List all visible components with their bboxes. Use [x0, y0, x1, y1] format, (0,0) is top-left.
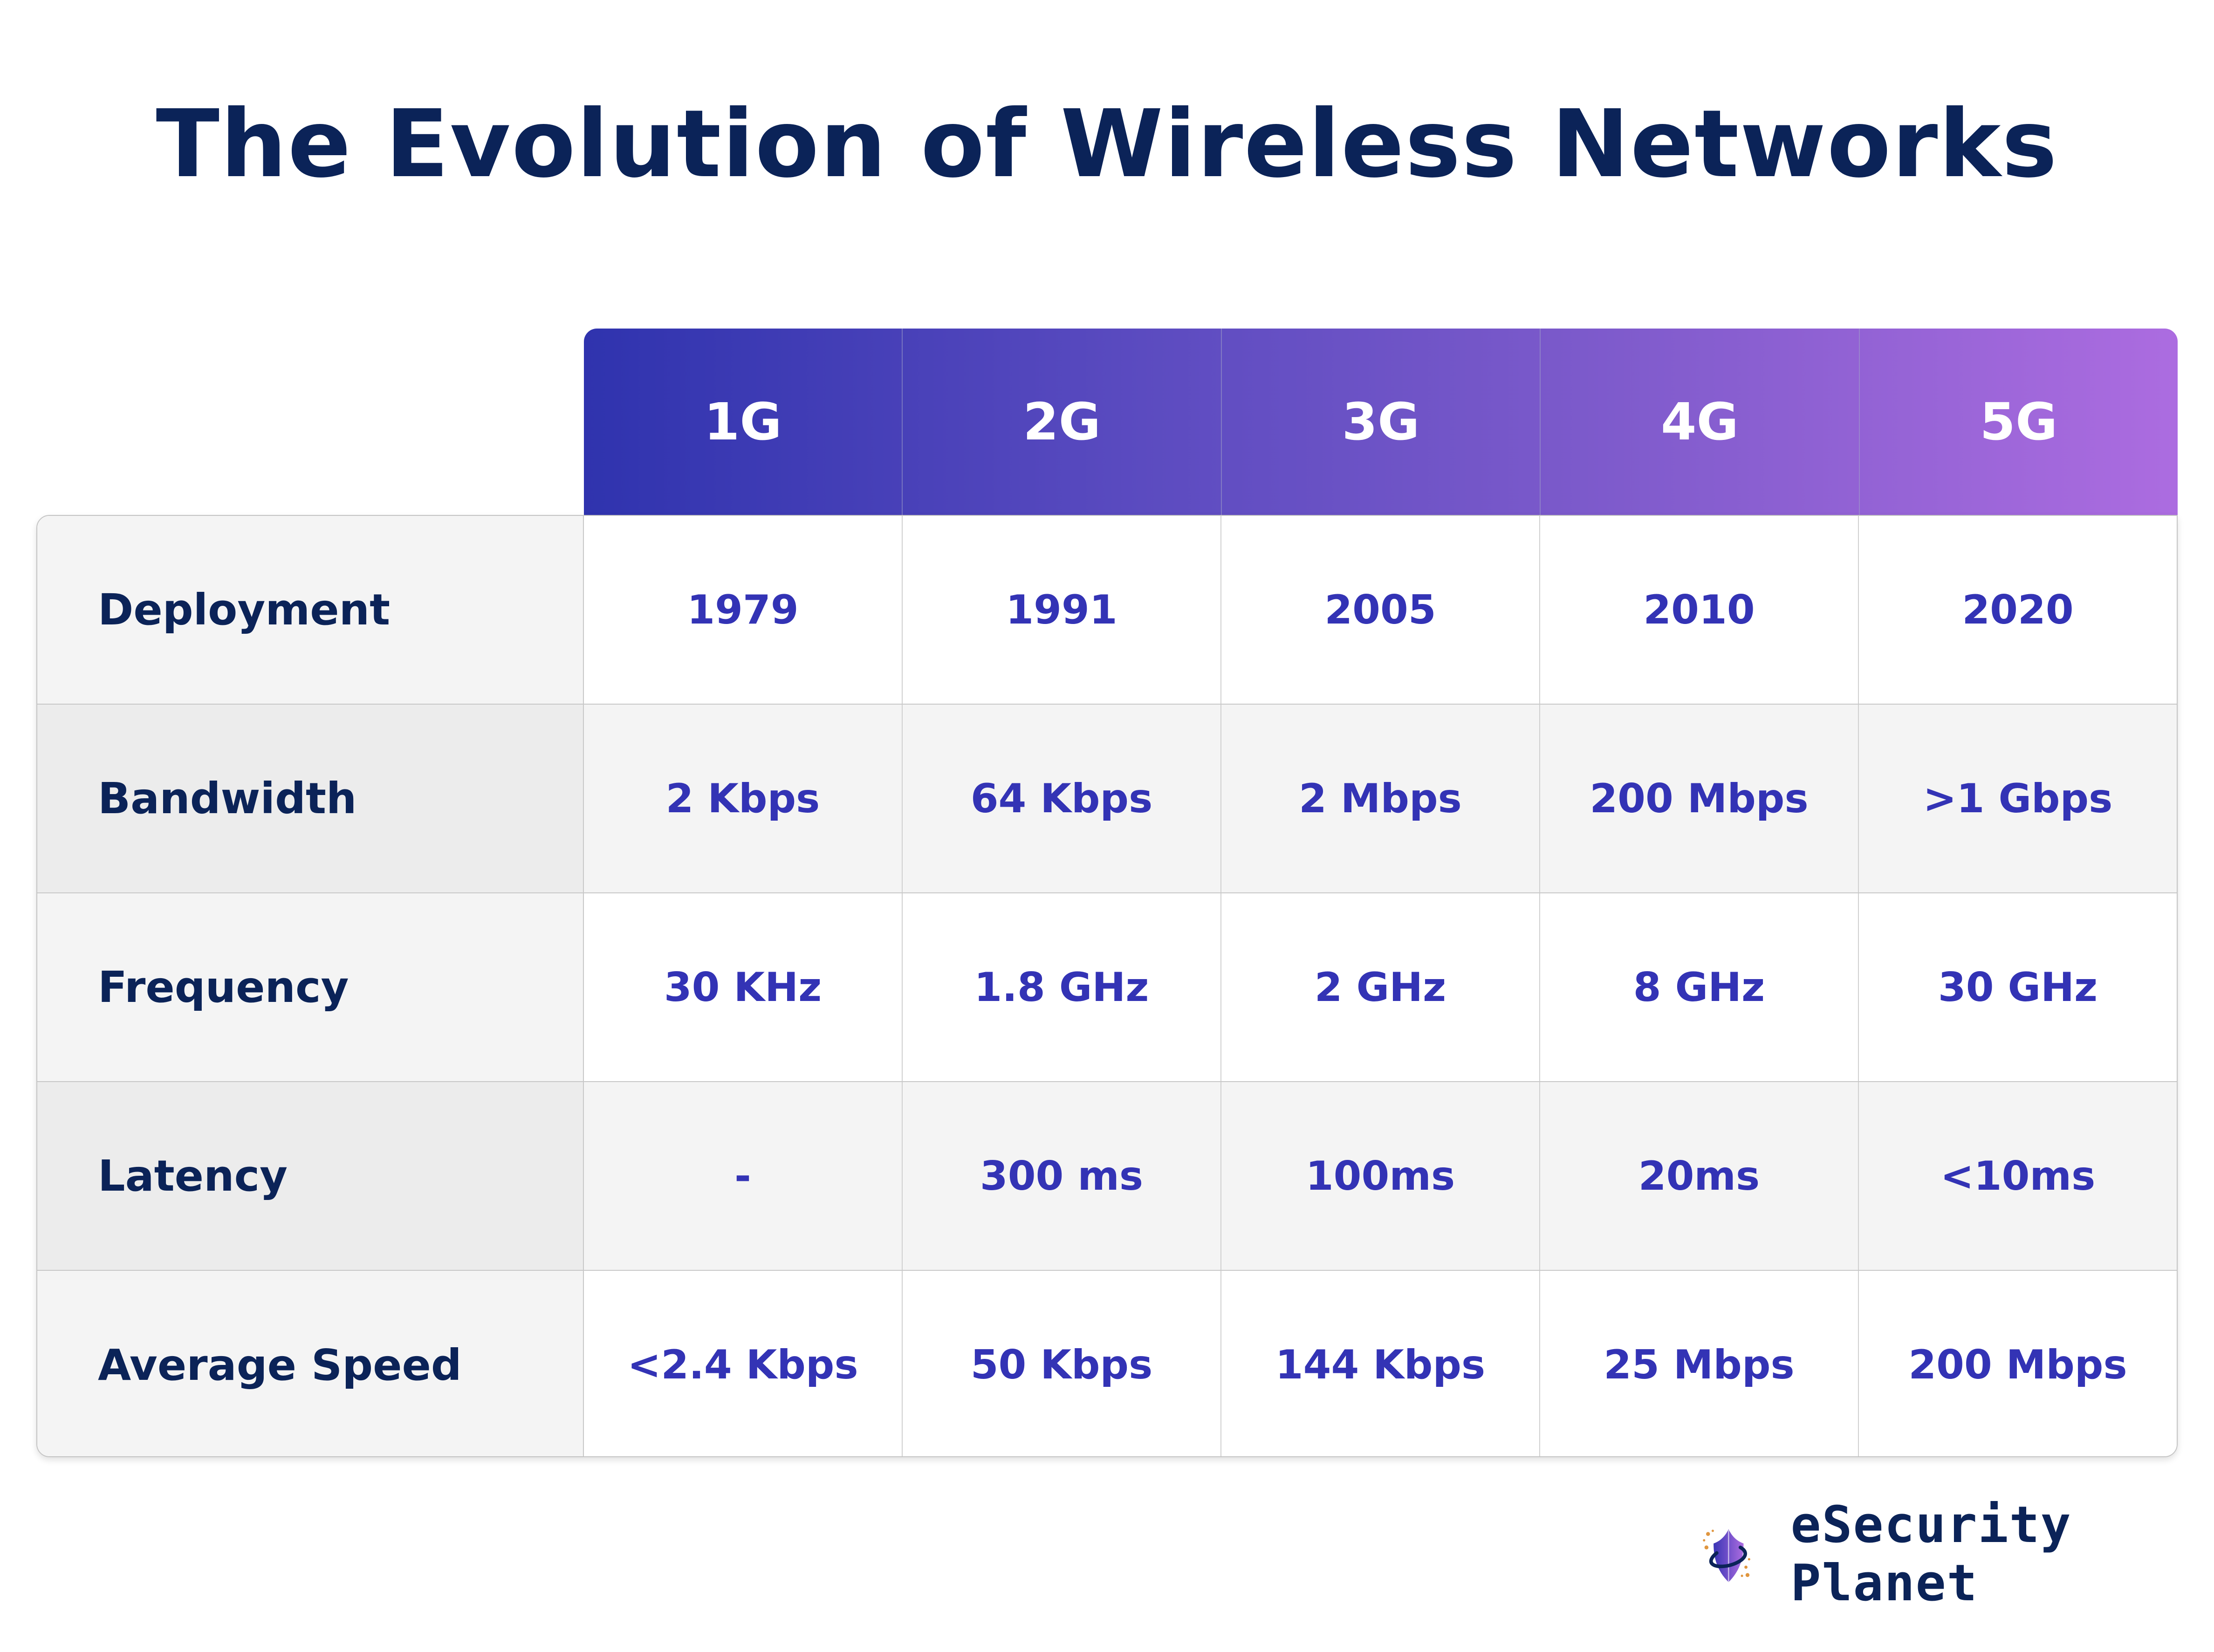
table-cell: 2005: [1221, 516, 1540, 704]
table-header-row: 1G 2G 3G 4G 5G: [584, 329, 2178, 515]
table-cell: 25 Mbps: [1540, 1271, 1859, 1456]
table-cell: 1979: [584, 516, 903, 704]
table-cell: 50 Kbps: [903, 1271, 1221, 1456]
table-cell: 30 GHz: [1859, 893, 2177, 1081]
table-row-deployment: Deployment 1979 1991 2005 2010 2020: [37, 516, 2177, 705]
brand-logo: eSecurity Planet: [1701, 1496, 2214, 1612]
column-header-3g: 3G: [1222, 329, 1541, 515]
table-cell: 1991: [903, 516, 1221, 704]
row-label: Deployment: [37, 516, 584, 704]
table-cell: <2.4 Kbps: [584, 1271, 903, 1456]
row-label: Bandwidth: [37, 705, 584, 892]
table-cell: 1.8 GHz: [903, 893, 1221, 1081]
table-cell: 8 GHz: [1540, 893, 1859, 1081]
column-header-1g: 1G: [584, 329, 903, 515]
table-cell: 2 Kbps: [584, 705, 903, 892]
row-label: Frequency: [37, 893, 584, 1081]
brand-name: eSecurity Planet: [1790, 1496, 2072, 1612]
comparison-table: 1G 2G 3G 4G 5G Deployment 1979 1991 2005…: [36, 329, 2178, 1457]
table-cell: 200 Mbps: [1540, 705, 1859, 892]
table-cell: 2020: [1859, 516, 2177, 704]
table-body: Deployment 1979 1991 2005 2010 2020 Band…: [36, 515, 2178, 1457]
table-row-frequency: Frequency 30 KHz 1.8 GHz 2 GHz 8 GHz 30 …: [37, 893, 2177, 1082]
table-cell: 200 Mbps: [1859, 1271, 2177, 1456]
table-cell: 300 ms: [903, 1082, 1221, 1270]
table-cell: 30 KHz: [584, 893, 903, 1081]
row-label: Average Speed: [37, 1271, 584, 1456]
table-cell: 64 Kbps: [903, 705, 1221, 892]
table-cell: 2010: [1540, 516, 1859, 704]
table-row-bandwidth: Bandwidth 2 Kbps 64 Kbps 2 Mbps 200 Mbps…: [37, 705, 2177, 893]
table-cell: -: [584, 1082, 903, 1270]
table-cell: 100ms: [1221, 1082, 1540, 1270]
table-row-latency: Latency - 300 ms 100ms 20ms <10ms: [37, 1082, 2177, 1271]
table-cell: 144 Kbps: [1221, 1271, 1540, 1456]
column-header-2g: 2G: [903, 329, 1222, 515]
table-cell: <10ms: [1859, 1082, 2177, 1270]
column-header-5g: 5G: [1980, 392, 2058, 452]
shield-planet-icon: [1703, 1529, 1750, 1583]
row-label: Latency: [37, 1082, 584, 1270]
column-header-4g: 4G: [1541, 329, 1860, 515]
table-cell: 2 GHz: [1221, 893, 1540, 1081]
table-row-average-speed: Average Speed <2.4 Kbps 50 Kbps 144 Kbps…: [37, 1271, 2177, 1456]
table-cell: 20ms: [1540, 1082, 1859, 1270]
table-cell: >1 Gbps: [1859, 705, 2177, 892]
page-title: The Evolution of Wireless Networks: [156, 90, 2058, 199]
table-cell: 2 Mbps: [1221, 705, 1540, 892]
